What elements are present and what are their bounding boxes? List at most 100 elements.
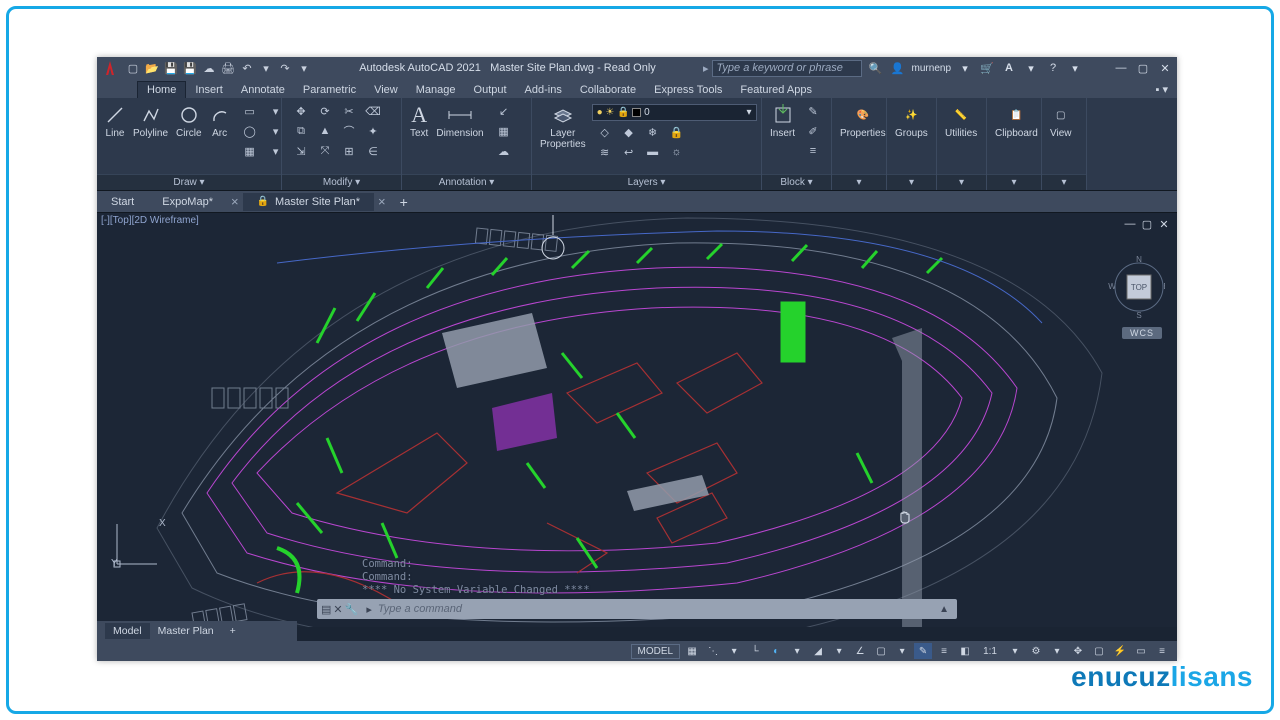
new-tab-button[interactable]: +	[390, 194, 418, 210]
layer-freeze-icon[interactable]: ❄	[642, 123, 664, 141]
panel-clipboard-expand[interactable]: ▾	[987, 174, 1041, 190]
search-input[interactable]: Type a keyword or phrase	[712, 60, 862, 77]
circle-button[interactable]: Circle	[172, 102, 206, 139]
lineweight-icon[interactable]: ≡	[935, 643, 953, 659]
gear-icon[interactable]: ⚙	[1027, 643, 1045, 659]
minimize-icon[interactable]: —	[1113, 60, 1129, 76]
table-icon[interactable]: ▦	[492, 122, 516, 140]
add-layout-button[interactable]: +	[222, 625, 244, 637]
dropdown-icon[interactable]: ▾	[957, 60, 973, 76]
osnap-icon[interactable]: ∠	[851, 643, 869, 659]
search-icon[interactable]: 🔍	[868, 60, 884, 76]
copy-icon[interactable]: ⧉	[290, 122, 312, 140]
maximize-viewport-icon[interactable]: ▢	[1140, 217, 1154, 231]
layer-match-icon[interactable]: ≋	[594, 143, 616, 161]
plot-icon[interactable]: 🖨	[220, 60, 236, 76]
web-mobile-icon[interactable]: ☁	[201, 60, 217, 76]
move-icon[interactable]: ✥	[290, 102, 312, 120]
cmd-toggle-icon[interactable]: ▤	[321, 603, 331, 616]
close-tab-icon[interactable]: ×	[374, 194, 390, 209]
wcs-badge[interactable]: WCS	[1122, 327, 1162, 339]
create-block-icon[interactable]: ✎	[803, 102, 823, 120]
otrack-icon[interactable]: ▢	[872, 643, 890, 659]
dropdown-icon[interactable]: ▾	[725, 643, 743, 659]
maximize-icon[interactable]: ▢	[1135, 60, 1151, 76]
hardware-accel-icon[interactable]: ⚡	[1111, 643, 1129, 659]
panel-draw-title[interactable]: Draw ▾	[97, 174, 281, 190]
insert-button[interactable]: Insert	[766, 102, 799, 139]
dimension-button[interactable]: Dimension	[432, 102, 487, 139]
ribbon-tab-insert[interactable]: Insert	[186, 82, 232, 98]
layer-lock-icon[interactable]: 🔒	[666, 123, 688, 141]
arc-button[interactable]: Arc	[206, 102, 234, 139]
panel-layers-title[interactable]: Layers ▾	[532, 174, 761, 190]
cloud-icon[interactable]: ☁	[492, 142, 516, 160]
saveas-icon[interactable]: 💾	[182, 60, 198, 76]
leader-icon[interactable]: ↙	[492, 102, 516, 120]
dropdown-icon[interactable]: ▾	[1023, 60, 1039, 76]
transparency-icon[interactable]: ◧	[956, 643, 974, 659]
trim-icon[interactable]: ✂	[338, 102, 360, 120]
user-icon[interactable]: 👤	[890, 60, 906, 76]
polar-icon[interactable]: ◐	[767, 643, 785, 659]
isolate-icon[interactable]: ▢	[1090, 643, 1108, 659]
ellipse-icon[interactable]: ◯	[238, 122, 262, 140]
drawing-canvas[interactable]: [-][Top][2D Wireframe]	[97, 213, 1177, 627]
ribbon-tab-featuredapps[interactable]: Featured Apps	[731, 82, 821, 98]
panel-groups-expand[interactable]: ▾	[887, 174, 936, 190]
dropdown-icon[interactable]: ▾	[747, 107, 752, 118]
text-button[interactable]: AText	[406, 102, 432, 139]
command-input[interactable]: ▤ ✕ 🔧 ▸ Type a command ▲	[317, 599, 957, 619]
rect-icon[interactable]: ▭	[238, 102, 262, 120]
properties-button[interactable]: 🎨Properties	[836, 102, 890, 139]
explode-icon[interactable]: ✦	[362, 122, 384, 140]
ribbon-tab-addins[interactable]: Add-ins	[516, 82, 571, 98]
layer-iso-icon[interactable]: ◆	[618, 123, 640, 141]
new-icon[interactable]: ▢	[125, 60, 141, 76]
app-letter-icon[interactable]: A	[1001, 60, 1017, 76]
line-button[interactable]: Line	[101, 102, 129, 139]
layout-tab[interactable]: Master Plan	[150, 623, 222, 639]
cart-icon[interactable]: 🛒	[979, 60, 995, 76]
dyn-input-icon[interactable]: ✎	[914, 643, 932, 659]
help-icon[interactable]: ?	[1045, 60, 1061, 76]
ribbon-tab-annotate[interactable]: Annotate	[232, 82, 294, 98]
erase-icon[interactable]: ⌫	[362, 102, 384, 120]
panel-modify-title[interactable]: Modify ▾	[282, 174, 401, 190]
model-tab[interactable]: Model	[105, 623, 150, 639]
groups-button[interactable]: ✨Groups	[891, 102, 932, 139]
panel-view-expand[interactable]: ▾	[1042, 174, 1086, 190]
filetab-expomap[interactable]: ExpoMap*	[148, 193, 227, 211]
array-icon[interactable]: ⊞	[338, 142, 360, 160]
dropdown-icon[interactable]: ▾	[258, 60, 274, 76]
close-viewport-icon[interactable]: ✕	[1157, 217, 1171, 231]
rotate-icon[interactable]: ⟳	[314, 102, 336, 120]
view-button[interactable]: ▢View	[1046, 102, 1076, 139]
offset-icon[interactable]: ∈	[362, 142, 384, 160]
dropdown-icon[interactable]: ▾	[1048, 643, 1066, 659]
dropdown-icon[interactable]: ▾	[893, 643, 911, 659]
snap-icon[interactable]: ⋱	[704, 643, 722, 659]
hatch-icon[interactable]: ▦	[238, 142, 262, 160]
cmd-wrench-icon[interactable]: 🔧	[345, 603, 359, 616]
ribbon-option-icon[interactable]: ▪ ▾	[1147, 81, 1177, 98]
scale-icon[interactable]: ⤧	[314, 142, 336, 160]
ortho-icon[interactable]: └	[746, 643, 764, 659]
grid-icon[interactable]: ▦	[683, 643, 701, 659]
dropdown-icon[interactable]: ▾	[788, 643, 806, 659]
save-icon[interactable]: 💾	[163, 60, 179, 76]
layer-prev-icon[interactable]: ↩	[618, 143, 640, 161]
isodraft-icon[interactable]: ◢	[809, 643, 827, 659]
clipboard-button[interactable]: 📋Clipboard	[991, 102, 1042, 139]
cmd-history-up-icon[interactable]: ▲	[931, 604, 957, 615]
infocenter-arrow-icon[interactable]: ▸	[703, 62, 709, 75]
filetab-master[interactable]: 🔒 Master Site Plan*	[243, 193, 374, 211]
close-icon[interactable]: ✕	[1157, 60, 1173, 76]
fillet-icon[interactable]: ⌒	[338, 122, 360, 140]
ribbon-tab-parametric[interactable]: Parametric	[294, 82, 365, 98]
panel-annotation-title[interactable]: Annotation ▾	[402, 174, 531, 190]
cmd-close-icon[interactable]: ✕	[333, 603, 342, 616]
customize-icon[interactable]: ≡	[1153, 643, 1171, 659]
panel-block-title[interactable]: Block ▾	[762, 174, 831, 190]
redo-icon[interactable]: ↷	[277, 60, 293, 76]
